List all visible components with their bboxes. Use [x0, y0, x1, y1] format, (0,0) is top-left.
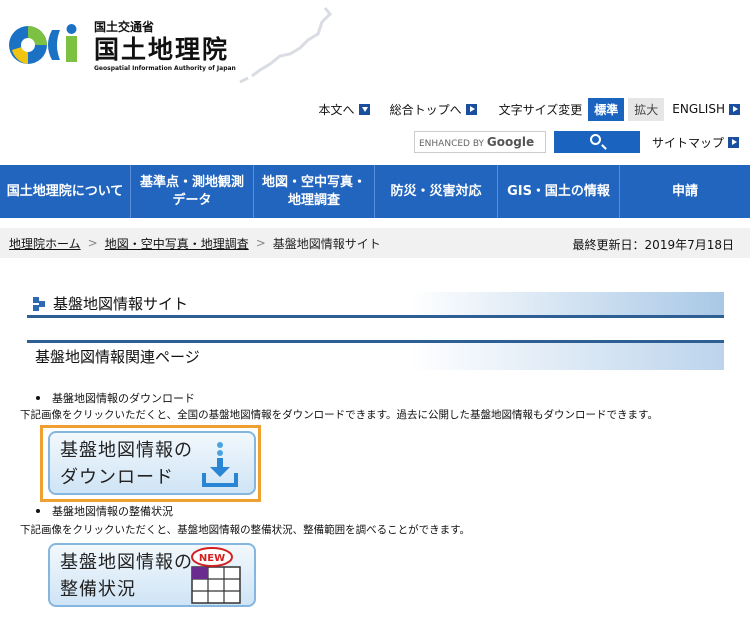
- search-bar: ENHANCED BY Google サイトマップ: [414, 131, 740, 153]
- breadcrumb-home[interactable]: 地理院ホーム: [9, 235, 81, 252]
- breadcrumb: 地理院ホーム > 地図・空中写真・地理調査 > 基盤地図情報サイト 最終更新日：…: [0, 228, 750, 258]
- status-grid-icon: NEW: [191, 547, 241, 604]
- breadcrumb-separator: >: [255, 236, 266, 250]
- agency-name: 国土地理院: [94, 35, 230, 64]
- page-title: 基盤地図情報サイト: [27, 292, 724, 318]
- nav-gis[interactable]: GIS・国土の情報: [498, 165, 620, 218]
- status-banner-line1: 基盤地図情報の: [60, 552, 193, 573]
- search-enhanced-label: ENHANCED BY: [419, 139, 485, 149]
- new-badge: NEW: [199, 553, 225, 564]
- breadcrumb-maps[interactable]: 地図・空中写真・地理調査: [105, 235, 249, 252]
- english-label: ENGLISH: [672, 102, 725, 116]
- font-standard-button[interactable]: 標準: [588, 97, 625, 121]
- nav-geodetic[interactable]: 基準点・測地観測データ: [131, 165, 254, 218]
- arrow-right-icon: [465, 103, 477, 115]
- gsi-logo[interactable]: 国土交通省 国土地理院 Geospatial Information Autho…: [8, 18, 248, 72]
- ministry-name: 国土交通省: [94, 20, 155, 34]
- download-description: 下記画像をクリックいただくと、全国の基盤地図情報をダウンロードできます。過去に公…: [20, 409, 658, 421]
- utility-links: 本文へ 総合トップへ 文字サイズ変更 標準 拡大 ENGLISH: [299, 97, 740, 121]
- download-banner-button[interactable]: 基盤地図情報の ダウンロード: [48, 431, 256, 495]
- arrow-right-icon: [729, 103, 740, 115]
- arrow-right-icon: [728, 136, 740, 148]
- japan-map-decoration-icon: [239, 7, 333, 84]
- nav-disaster[interactable]: 防災・災害対応: [375, 165, 498, 218]
- agency-name-en: Geospatial Information Authority of Japa…: [94, 65, 236, 72]
- skip-to-content-label: 本文へ: [318, 102, 355, 117]
- download-banner-line1: 基盤地図情報の: [60, 440, 193, 461]
- list-item-status: 基盤地図情報の整備状況: [36, 503, 173, 519]
- font-large-button[interactable]: 拡大: [628, 97, 665, 121]
- breadcrumb-separator: >: [87, 236, 98, 250]
- breadcrumb-current: 基盤地図情報サイト: [272, 236, 381, 251]
- status-banner-line2: 整備状況: [60, 579, 136, 600]
- list-item-download: 基盤地図情報のダウンロード: [36, 390, 195, 406]
- search-google-label: Google: [486, 135, 535, 149]
- site-header: 国土交通省 国土地理院 Geospatial Information Autho…: [0, 0, 750, 165]
- skip-to-content-link[interactable]: 本文へ: [319, 101, 370, 118]
- top-page-label: 総合トップへ: [389, 102, 462, 117]
- top-page-link[interactable]: 総合トップへ: [390, 101, 477, 118]
- nav-about[interactable]: 国土地理院について: [0, 165, 131, 218]
- search-button[interactable]: [554, 131, 640, 153]
- page-title-text: 基盤地図情報サイト: [53, 295, 189, 313]
- font-size-label: 文字サイズ変更: [498, 102, 583, 117]
- global-nav: 国土地理院について 基準点・測地観測データ 地図・空中写真・地理調査 防災・災害…: [0, 165, 750, 218]
- download-banner-line2: ダウンロード: [60, 467, 174, 488]
- download-icon: [202, 442, 238, 487]
- section-title: 基盤地図情報関連ページ: [27, 340, 724, 370]
- arrow-down-icon: [358, 103, 370, 115]
- english-link[interactable]: ENGLISH: [672, 102, 740, 116]
- sitemap-label: サイトマップ: [652, 135, 725, 150]
- status-description: 下記画像をクリックいただくと、基盤地図情報の整備状況、整備範囲を調べることができ…: [20, 524, 471, 536]
- status-banner-button[interactable]: 基盤地図情報の 整備状況 NEW: [48, 543, 256, 607]
- search-icon: [590, 134, 601, 145]
- sitemap-link[interactable]: サイトマップ: [652, 134, 740, 151]
- last-updated: 最終更新日：2019年7月18日: [572, 238, 734, 252]
- nav-application[interactable]: 申請: [620, 165, 750, 218]
- nav-maps[interactable]: 地図・空中写真・地理調査: [254, 165, 375, 218]
- title-marker-icon: [33, 296, 47, 311]
- search-input[interactable]: ENHANCED BY Google: [414, 131, 546, 153]
- gsi-logo-mark-icon: [9, 24, 77, 64]
